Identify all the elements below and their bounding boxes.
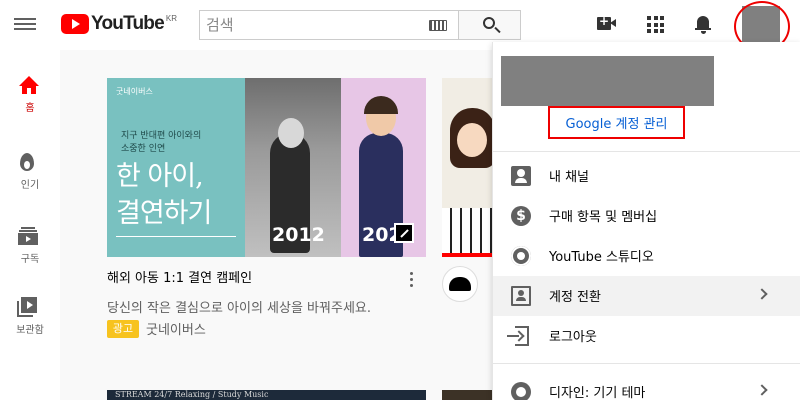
thumbnail-text-panel: 굿네이버스 지구 반대편 아이와의 소중한 인연 한 아이, 결연하기	[107, 78, 245, 257]
search-icon	[483, 17, 495, 29]
menu-icon[interactable]	[14, 15, 36, 35]
channel-avatar-piano[interactable]	[442, 266, 478, 302]
sidebar-item-home[interactable]: 홈	[0, 68, 60, 128]
logo-region: KR	[165, 14, 177, 23]
menu-item-label: 디자인: 기기 테마	[549, 386, 646, 400]
video-thumbnail[interactable]: 굿네이버스 지구 반대편 아이와의 소중한 인연 한 아이, 결연하기 2012…	[107, 78, 426, 257]
thumbnail-headline-line2: 결연하기	[116, 198, 212, 229]
sidebar: 홈 인기 구독 보관함	[0, 50, 60, 400]
menu-item-label: 구매 항목 및 멤버십	[549, 210, 658, 225]
thumbnail-subtitle-line1: 지구 반대편 아이와의	[121, 131, 202, 141]
gear-icon	[511, 246, 531, 266]
chevron-right-icon	[756, 288, 768, 300]
thumbnail-subtitle-line2: 소중한 인연	[121, 144, 166, 154]
ad-badge: 광고	[107, 320, 139, 338]
account-menu: Google 계정 관리 내 채널 $ 구매 항목 및 멤버십 YouTube …	[492, 42, 800, 400]
more-options-icon[interactable]	[410, 272, 414, 288]
sidebar-item-trending[interactable]: 인기	[0, 145, 60, 205]
account-name-redacted	[501, 56, 714, 106]
logout-icon	[507, 326, 529, 346]
search-button[interactable]	[458, 10, 521, 40]
library-icon	[17, 297, 37, 317]
menu-item-my-channel[interactable]: 내 채널	[493, 156, 800, 196]
dollar-icon: $	[511, 206, 531, 226]
video-thumbnail-3[interactable]: STREAM 24/7 Relaxing / Study Music	[107, 390, 426, 400]
menu-item-label: 로그아웃	[549, 330, 597, 345]
theme-icon	[511, 382, 531, 400]
sidebar-item-subscriptions[interactable]: 구독	[0, 219, 60, 279]
menu-item-studio[interactable]: YouTube 스튜디오	[493, 236, 800, 276]
create-video-icon[interactable]	[597, 14, 616, 30]
switch-account-icon	[511, 286, 531, 306]
apps-grid-icon[interactable]	[647, 16, 664, 33]
thumbnail-brand: 굿네이버스	[116, 87, 153, 96]
menu-divider	[493, 151, 800, 152]
thumbnail-3-text: STREAM 24/7 Relaxing / Study Music	[115, 390, 269, 399]
subscriptions-icon	[18, 227, 38, 245]
home-icon	[18, 76, 40, 96]
menu-item-label: YouTube 스튜디오	[549, 250, 654, 265]
logo-text: YouTube	[91, 13, 165, 34]
youtube-logo[interactable]: YouTube KR	[61, 13, 177, 37]
thumbnail-arrow-line	[116, 236, 236, 237]
avatar[interactable]	[742, 6, 780, 44]
keyboard-icon[interactable]	[429, 20, 447, 31]
video-description: 당신의 작은 결심으로 아이의 세상을 바꿔주세요.	[107, 301, 371, 316]
menu-item-label: 계정 전환	[549, 290, 601, 305]
search-input[interactable]	[200, 11, 420, 39]
youtube-play-icon	[61, 14, 89, 34]
menu-item-switch-account[interactable]: 계정 전환	[493, 276, 800, 316]
thumbnail-year-left: 2012	[272, 224, 325, 246]
menu-item-purchases[interactable]: $ 구매 항목 및 멤버십	[493, 196, 800, 236]
manage-google-account-link[interactable]: Google 계정 관리	[548, 106, 685, 139]
notifications-bell-icon[interactable]	[695, 14, 711, 34]
sidebar-item-library[interactable]: 보관함	[0, 290, 60, 350]
thumbnail-headline: 한 아이, 결연하기	[116, 158, 212, 232]
menu-item-logout[interactable]: 로그아웃	[493, 316, 800, 356]
sidebar-item-label: 홈	[25, 103, 35, 114]
thumbnail-headline-line1: 한 아이,	[116, 161, 204, 192]
menu-item-theme[interactable]: 디자인: 기기 테마	[493, 372, 800, 400]
sidebar-item-label: 구독	[20, 254, 40, 265]
person-icon	[511, 166, 531, 186]
chevron-right-icon	[756, 384, 768, 396]
menu-divider	[493, 363, 800, 364]
sidebar-item-label: 인기	[20, 180, 40, 191]
external-link-icon[interactable]	[394, 223, 414, 243]
thumbnail-subtitle: 지구 반대편 아이와의 소중한 인연	[121, 130, 201, 156]
channel-name[interactable]: 굿네이버스	[146, 319, 206, 338]
search-box	[199, 10, 459, 40]
menu-item-label: 내 채널	[549, 170, 590, 185]
sidebar-item-label: 보관함	[16, 325, 44, 336]
trending-icon	[20, 153, 34, 171]
video-title[interactable]: 해외 아동 1:1 결연 캠페인	[107, 267, 252, 286]
